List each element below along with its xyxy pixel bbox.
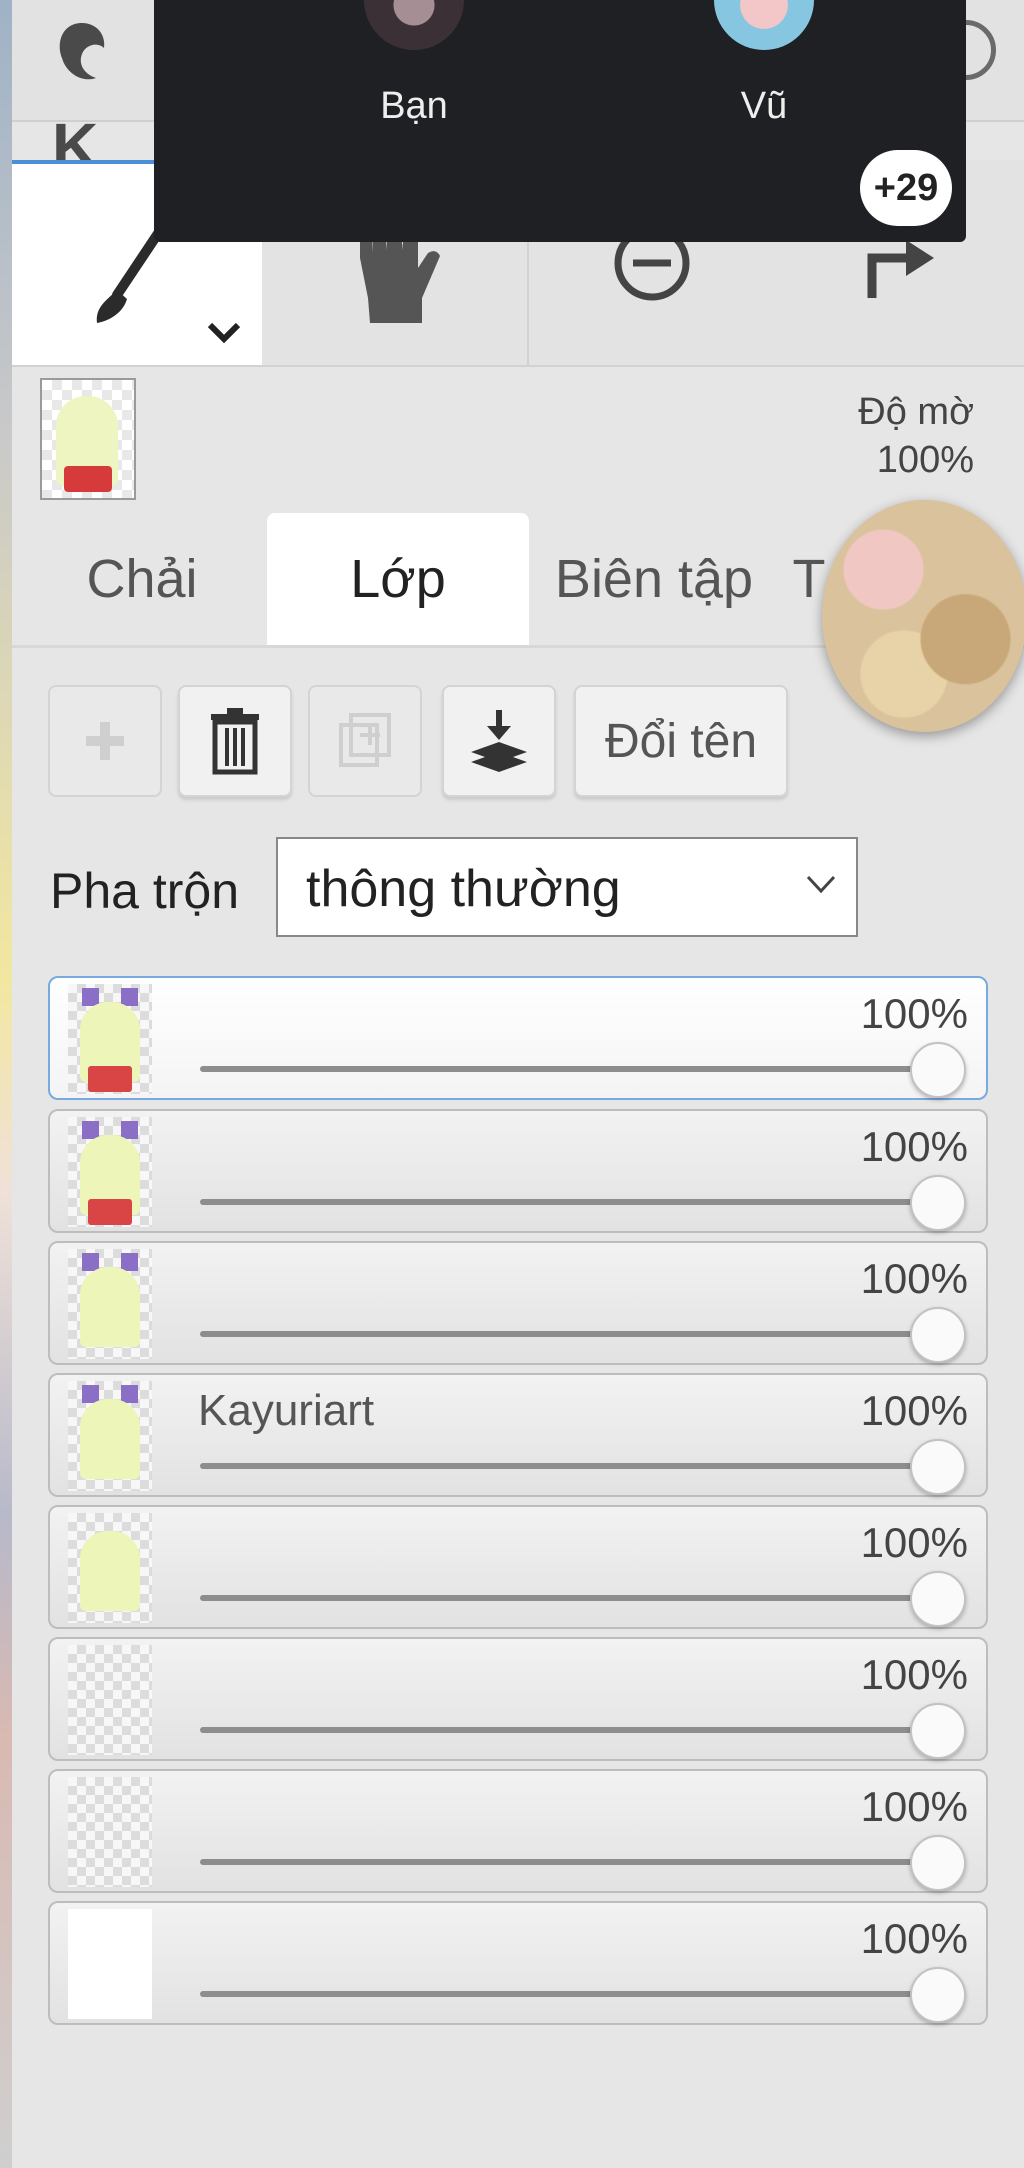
layer-opacity-slider[interactable]	[200, 1595, 940, 1601]
layer-row[interactable]: 100%	[48, 1637, 988, 1761]
layer-opacity-value: 100%	[860, 1651, 968, 1698]
current-layer-thumbnail[interactable]	[40, 378, 136, 500]
layer-row[interactable]: 100%	[48, 1241, 988, 1365]
layer-opacity-slider[interactable]	[200, 1991, 940, 1997]
layer-action-bar: Đổi tên	[48, 685, 798, 800]
layer-thumbnail	[68, 1513, 152, 1623]
slider-handle[interactable]	[910, 1571, 966, 1627]
layer-opacity-slider[interactable]	[200, 1199, 940, 1205]
trash-icon	[211, 708, 259, 775]
layer-thumbnail	[68, 1909, 152, 2019]
tab-brush[interactable]: Chải	[12, 513, 272, 645]
canvas-edge	[0, 0, 12, 2168]
layer-opacity-value: 100%	[860, 1783, 968, 1830]
duplicate-layer-button[interactable]	[308, 685, 422, 797]
slider-handle[interactable]	[910, 1835, 966, 1891]
layer-thumbnail	[68, 984, 152, 1094]
merge-down-icon	[471, 710, 527, 772]
more-contacts-badge[interactable]: +29	[860, 150, 952, 226]
app-logo-icon: K	[52, 18, 152, 182]
layer-opacity-slider[interactable]	[200, 1066, 940, 1072]
layer-row[interactable]: 100%	[48, 1109, 988, 1233]
layer-thumbnail	[68, 1117, 152, 1227]
avatar	[714, 0, 814, 50]
layer-thumbnail	[68, 1645, 152, 1755]
add-layer-button[interactable]	[48, 685, 162, 797]
layer-row[interactable]: Kayuriart 100%	[48, 1373, 988, 1497]
layer-row[interactable]: 100%	[48, 1769, 988, 1893]
blend-mode-select[interactable]: thông thường	[276, 837, 858, 937]
layer-opacity-value: 100%	[860, 1519, 968, 1566]
layer-opacity-slider[interactable]	[200, 1463, 940, 1469]
tab-edit[interactable]: Biên tập	[529, 513, 779, 645]
layer-thumbnail	[68, 1777, 152, 1887]
slider-handle[interactable]	[910, 1703, 966, 1759]
layer-opacity-slider[interactable]	[200, 1331, 940, 1337]
layer-row[interactable]: 100%	[48, 1901, 988, 2025]
layer-row[interactable]: 100%	[48, 976, 988, 1100]
layer-opacity-value: 100%	[860, 1915, 968, 1962]
contact-name: Vũ	[740, 85, 788, 127]
avatar	[364, 0, 464, 50]
layer-opacity-slider[interactable]	[200, 1727, 940, 1733]
contact-item[interactable]: Vũ	[664, 0, 864, 134]
slider-handle[interactable]	[910, 1175, 966, 1231]
rename-layer-button[interactable]: Đổi tên	[574, 685, 788, 797]
contact-name: Bạn	[380, 85, 448, 127]
layer-row[interactable]: 100%	[48, 1505, 988, 1629]
opacity-readout: Độ mờ 100%	[858, 388, 974, 484]
duplicate-icon	[339, 713, 391, 767]
delete-layer-button[interactable]	[178, 685, 292, 797]
slider-handle[interactable]	[910, 1967, 966, 2023]
slider-handle[interactable]	[910, 1307, 966, 1363]
layer-opacity-slider[interactable]	[200, 1859, 940, 1865]
character-dress	[64, 466, 112, 492]
opacity-label: Độ mờ	[858, 391, 974, 433]
plus-icon	[86, 722, 124, 760]
merge-down-button[interactable]	[442, 685, 556, 797]
tab-layer[interactable]: Lớp	[267, 513, 529, 645]
layer-opacity-value: 100%	[860, 1255, 968, 1302]
layer-opacity-value: 100%	[860, 1123, 968, 1170]
slider-handle[interactable]	[910, 1439, 966, 1495]
chevron-down-icon[interactable]	[204, 317, 244, 347]
layer-opacity-value: 100%	[860, 1387, 968, 1434]
blend-mode-value: thông thường	[306, 860, 621, 918]
layer-thumbnail	[68, 1381, 152, 1491]
slider-handle[interactable]	[910, 1042, 966, 1098]
floating-chat-head[interactable]	[822, 500, 1024, 732]
contact-item[interactable]: Bạn	[314, 0, 514, 134]
share-contacts-popup: Bạn Vũ +29	[154, 0, 966, 242]
opacity-value: 100%	[876, 439, 974, 481]
layer-name: Kayuriart	[198, 1386, 375, 1435]
blend-mode-label: Pha trộn	[50, 863, 240, 919]
layer-opacity-value: 100%	[860, 990, 968, 1037]
chevron-down-icon	[806, 875, 836, 894]
layer-thumbnail	[68, 1249, 152, 1359]
